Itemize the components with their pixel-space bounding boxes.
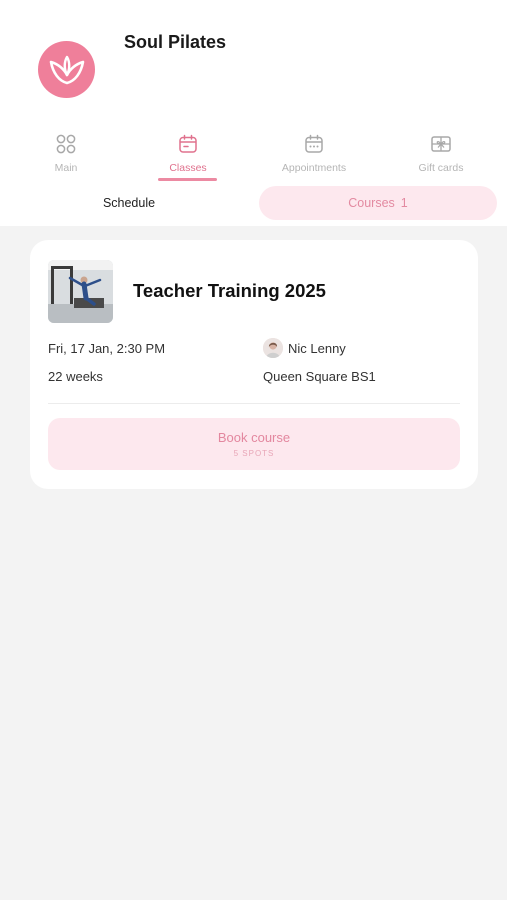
tab-gift-cards-label: Gift cards <box>418 162 464 174</box>
brand-logo <box>38 41 95 98</box>
segment-schedule-label: Schedule <box>102 196 156 210</box>
course-duration: 22 weeks <box>48 369 103 384</box>
card-divider <box>48 403 460 404</box>
segment-schedule[interactable]: Schedule <box>10 186 248 220</box>
course-title: Teacher Training 2025 <box>133 280 326 301</box>
tab-bar: Main Classes Appointments Gift cards <box>0 128 507 184</box>
course-card[interactable]: Teacher Training 2025 Fri, 17 Jan, 2:30 … <box>30 240 478 489</box>
spots-remaining: 5 SPOTS <box>233 449 275 458</box>
segment-courses[interactable]: Courses 1 <box>259 186 497 220</box>
book-course-button[interactable]: Book course 5 SPOTS <box>48 418 460 470</box>
tab-classes-label: Classes <box>169 162 207 174</box>
tab-classes[interactable]: Classes <box>138 128 238 184</box>
calendar-dots-icon <box>304 132 324 156</box>
teacher-name: Nic Lenny <box>288 340 346 356</box>
tab-gift-cards[interactable]: Gift cards <box>391 128 491 184</box>
active-tab-indicator <box>158 178 217 181</box>
course-location: Queen Square BS1 <box>263 369 376 384</box>
course-teacher[interactable]: Nic Lenny <box>263 338 346 358</box>
tab-main-label: Main <box>54 162 78 174</box>
tab-appointments[interactable]: Appointments <box>264 128 364 184</box>
course-date: Fri, 17 Jan, 2:30 PM <box>48 341 166 356</box>
lotus-icon <box>49 55 84 84</box>
teacher-avatar <box>263 338 283 358</box>
book-course-label: Book course <box>217 430 291 445</box>
segment-courses-label: Courses <box>348 196 395 210</box>
gift-card-icon <box>430 132 452 156</box>
brand-name: Soul Pilates <box>124 32 227 52</box>
courses-count: 1 <box>400 196 408 210</box>
course-thumbnail <box>48 260 113 323</box>
grid-icon <box>56 132 76 156</box>
calendar-icon <box>178 132 198 156</box>
tab-main[interactable]: Main <box>16 128 116 184</box>
tab-appointments-label: Appointments <box>281 162 347 174</box>
